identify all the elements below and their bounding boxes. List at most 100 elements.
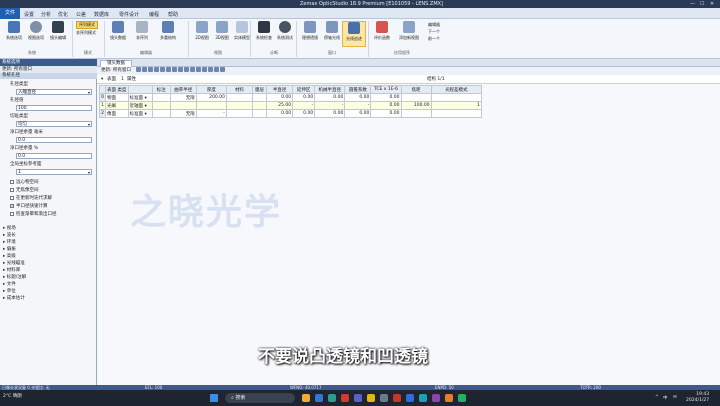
menu-help[interactable]: 帮助 [168,11,178,18]
tree-item-files[interactable]: ▸ 文件 [3,281,16,287]
multiconfig-button[interactable]: 多重结构 [156,21,180,47]
surface-number[interactable]: 1 [121,75,124,84]
redo-icon[interactable] [196,67,202,72]
arrow-left-icon[interactable] [202,67,208,72]
menu-programming[interactable]: 编程 [149,11,159,18]
tce-cell[interactable]: 0.00 [370,101,402,110]
focal-length-cell[interactable] [400,93,432,102]
fast-semi-diameter-checkbox[interactable]: ✓ 半口径快速计算 [10,203,48,209]
app-icon[interactable] [458,394,466,402]
table-row[interactable]: 0 物面 标准面 ▾ 无限 200.00 0.00 0.00 0.00 0.00… [98,93,483,102]
radius-cell[interactable]: 无限 [169,109,197,118]
delete-icon[interactable] [154,67,160,72]
zoom-icon[interactable] [172,67,178,72]
thickness-cell-editing[interactable]: 200.00 M [195,101,227,110]
surface-properties[interactable]: 属性 [127,75,136,84]
sequential-mode-button[interactable]: 序列模式 [76,21,98,29]
tab-lens-data[interactable]: 镜头数据 [100,60,132,67]
clear-margin-pct-input[interactable]: 0.0 [16,153,92,159]
conic-cell[interactable]: 0.00 [344,109,372,118]
conic-cell[interactable]: - [344,101,372,110]
opd-mode-cell[interactable] [430,109,483,118]
afocal-checkbox[interactable]: 无焦像空间 [10,187,39,193]
coating-cell[interactable] [251,109,268,118]
aperture-type-select[interactable]: 入瞳直径 ▾ [16,89,92,95]
chip-zone-cell[interactable]: 0.00 [292,109,316,118]
tree-item-wavelengths[interactable]: ▸ 波长 [3,232,16,238]
zoom-out-icon[interactable] [220,67,226,72]
menu-settings[interactable]: 设置 [24,11,34,18]
taskbar-search[interactable]: ⌕ 搜索 [225,393,295,403]
mech-semi-diameter-cell[interactable]: 0.00 [314,109,346,118]
system-options-button[interactable]: 系统选项 [2,21,26,47]
app-icon[interactable] [432,394,440,402]
opd-mode-cell[interactable] [430,93,483,102]
section-system-aperture[interactable]: 系统孔径 [0,73,97,79]
notification-icon[interactable]: ✉ [673,395,677,400]
surface-type-cell[interactable]: 标准面 ▾ [127,93,153,102]
thickness-cell[interactable]: 200.00 [195,93,227,102]
table-row[interactable]: 2 像面 标准面 ▾ 无限 - 0.00 0.00 0.00 0.00 0.00 [98,109,483,118]
aperture-value-input[interactable]: 100 [16,105,92,111]
update-dropdown[interactable]: 更新: 所有窗口 [101,68,131,73]
app-icon[interactable] [380,394,388,402]
telecentric-checkbox[interactable]: 远心物空间 [10,179,39,185]
app-icon[interactable] [315,394,323,402]
chip-zone-cell[interactable]: 0.00 [292,93,316,102]
menu-file[interactable]: 文件 [0,8,20,19]
app-icon[interactable] [354,394,362,402]
nonsequential-mode-button[interactable]: 非序列模式 [76,30,96,36]
tree-item-title-notes[interactable]: ▸ 标题/注解 [3,274,26,280]
surface-name-cell[interactable]: 物面 [105,93,129,102]
opd-mode-cell[interactable]: 1 [430,101,483,110]
sort-icon[interactable] [166,67,172,72]
previous-button[interactable]: 前一个 [428,36,440,42]
refresh-icon[interactable] [136,67,142,72]
view-options-button[interactable]: 视图选项 [24,21,48,47]
conic-cell[interactable]: 0.00 [344,93,372,102]
surface-name-cell[interactable]: 光阑 [105,101,129,110]
tree-item-fields[interactable]: ▸ 视场 [3,225,16,231]
menu-tolerance[interactable]: 公差 [76,11,86,18]
mech-semi-diameter-cell[interactable]: - [314,101,346,110]
comment-cell[interactable] [151,109,171,118]
minimize-button[interactable]: — [690,1,695,7]
system-test-button[interactable]: 系统测试 [273,21,297,47]
coating-cell[interactable] [251,93,268,102]
global-reference-select[interactable]: 1 ▾ [16,169,92,175]
surface-type-cell[interactable]: 标准面 ▾ [127,109,153,118]
material-cell[interactable] [225,93,253,102]
radius-cell[interactable] [169,101,197,110]
ideal-lens-button[interactable]: 理想透镜 [298,21,322,47]
tree-item-ray-aiming[interactable]: ▸ 光线瞄准 [3,260,25,266]
zoom-in-icon[interactable] [214,67,220,72]
app-icon[interactable] [393,394,401,402]
editor-button[interactable]: 编辑器 [428,22,440,28]
taskbar-clock[interactable]: 19:43 2024/1/27 [686,392,709,404]
undo-icon[interactable] [190,67,196,72]
collapse-icon[interactable]: ▾ [101,75,103,84]
surface-name-cell[interactable]: 像面 [105,109,129,118]
paste-icon[interactable] [184,67,190,72]
merit-function-button[interactable]: 评价函数 [370,21,394,47]
tree-item-units[interactable]: ▸ 单位 [3,288,16,294]
comment-cell[interactable] [151,93,171,102]
radius-cell[interactable]: 无限 [169,93,197,102]
semi-diameter-cell[interactable]: 25.00 [266,101,294,110]
maximize-button[interactable]: ☐ [700,1,704,7]
menu-part-design[interactable]: 零件设计 [119,11,139,18]
menu-optimize[interactable]: 优化 [58,11,68,18]
solve-icon[interactable] [160,67,166,72]
mech-semi-diameter-cell[interactable]: 0.00 [314,93,346,102]
material-cell[interactable] [225,109,253,118]
app-icon[interactable] [445,394,453,402]
surface-type-cell[interactable]: 近轴面 ▾ [127,101,153,110]
tree-item-advanced[interactable]: ▸ 高级 [3,253,16,259]
iterate-solves-checkbox[interactable]: 在更新时迭代求解 [10,195,52,201]
tree-item-polarization[interactable]: ▸ 偏振 [3,246,16,252]
add-view-button[interactable]: 添加新视图 [394,21,424,47]
edge-icon[interactable] [328,394,336,402]
tray-chevron-icon[interactable]: ^ [655,395,659,400]
menu-database[interactable]: 数据库 [94,11,109,18]
apodization-type-select[interactable]: 均匀 ▾ [16,121,92,127]
